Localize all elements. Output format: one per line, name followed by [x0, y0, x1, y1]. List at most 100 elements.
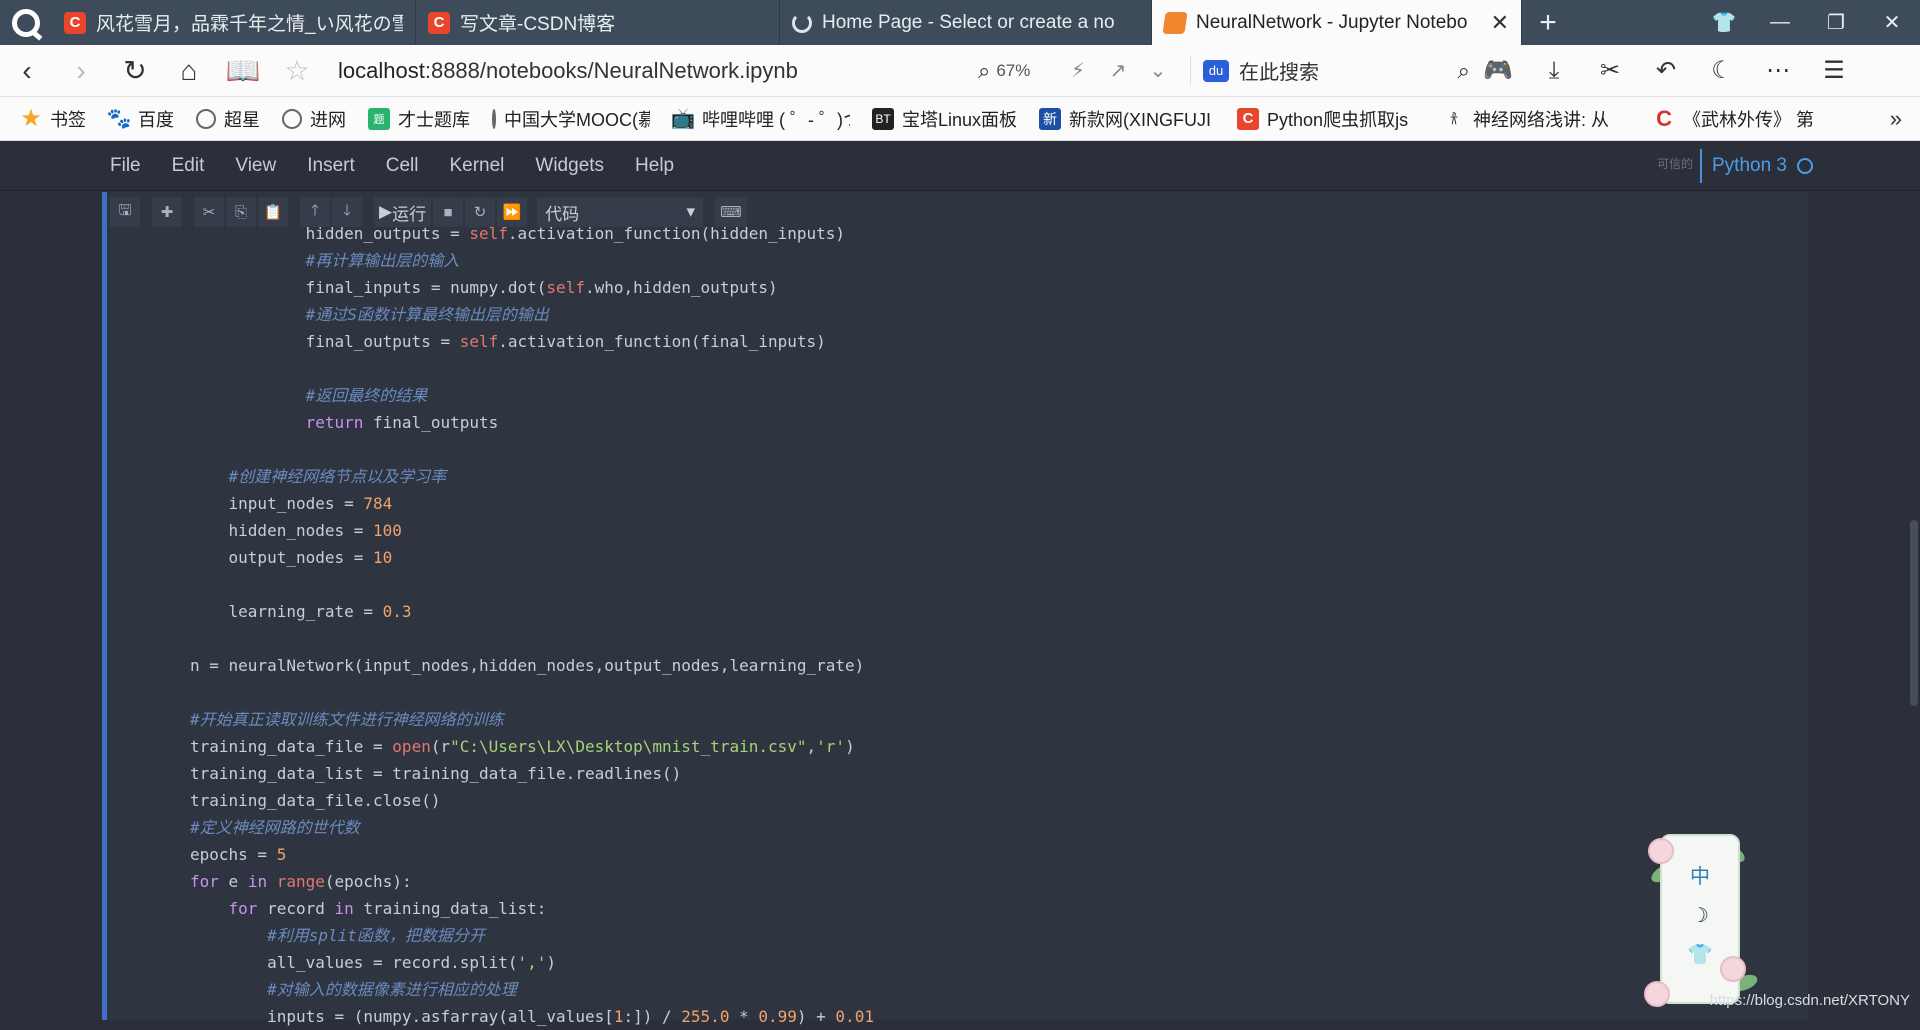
minimize-button[interactable]: —: [1752, 0, 1808, 45]
code-token: self: [546, 278, 585, 297]
bookmark-star-icon[interactable]: ☆: [270, 45, 324, 97]
cut-icon[interactable]: ✂: [194, 197, 224, 227]
reader-mode-button[interactable]: 📖: [216, 45, 270, 97]
new-tab-button[interactable]: +: [1522, 0, 1574, 45]
flash-icon[interactable]: ⚡: [1058, 58, 1098, 83]
bookmark-label: 中国大学MOOC(慕: [504, 109, 650, 130]
loading-icon: [792, 12, 812, 33]
bookmark-item[interactable]: C 《武林外传》 第: [1653, 106, 1815, 132]
menu-help[interactable]: Help: [635, 155, 674, 177]
code-token: #返回最终的结果: [305, 386, 428, 405]
decorative-widget[interactable]: 中 ☽ 👕: [1640, 826, 1760, 1016]
menu-insert[interactable]: Insert: [307, 155, 355, 177]
restart-run-all-icon[interactable]: ⏩: [497, 197, 528, 227]
code-token: return: [305, 413, 364, 432]
move-up-icon[interactable]: 🡑: [300, 197, 330, 227]
cell-type-value: 代码: [545, 204, 580, 224]
notebook-area: 🖫 ✚ ✂ ⎘ 📋 🡑 🡓 ▶ 运行 ■ ↻ ⏩ 代码 ▾ ⌨ hidden_ou…: [0, 192, 1920, 1026]
menu-edit[interactable]: Edit: [172, 155, 205, 177]
tab-1[interactable]: C 写文章-CSDN博客: [416, 0, 780, 45]
close-tab-icon[interactable]: ✕: [1491, 10, 1509, 36]
code-token: 0.99: [758, 1007, 797, 1026]
close-window-button[interactable]: ✕: [1864, 0, 1920, 45]
forward-button[interactable]: ›: [54, 45, 108, 97]
download-icon[interactable]: ⤓: [1526, 57, 1582, 85]
shirt-icon[interactable]: 👕: [1696, 0, 1752, 45]
stop-icon[interactable]: ■: [433, 197, 464, 227]
kernel-name: Python 3: [1712, 155, 1787, 176]
browser-logo-icon[interactable]: [0, 0, 52, 45]
copy-icon[interactable]: ⎘: [226, 197, 256, 227]
bookmarks-bar: ★ 书签 🐾 百度 超星 进网 题才士题库 中国大学MOOC(慕 📺 哔哩哔哩 ( ゜…: [0, 97, 1920, 141]
reload-button[interactable]: ↻: [108, 45, 162, 97]
more-icon[interactable]: ⋯: [1750, 56, 1806, 85]
bookmark-item[interactable]: 超星: [196, 106, 260, 132]
bookmark-item[interactable]: 🐾 百度: [107, 106, 174, 132]
shirt-icon: 👕: [1687, 944, 1713, 966]
game-icon[interactable]: 🎮: [1470, 56, 1526, 85]
bookmark-item[interactable]: C Python爬虫抓取js: [1237, 106, 1421, 132]
watermark: https://blog.csdn.net/XRTONY: [1709, 992, 1910, 1009]
menu-widgets[interactable]: Widgets: [535, 155, 604, 177]
search-box[interactable]: du 在此搜索 ⌕: [1190, 56, 1470, 85]
bookmark-item[interactable]: 中国大学MOOC(慕: [492, 106, 650, 132]
code-editor[interactable]: hidden_outputs = self.activation_functio…: [190, 220, 874, 1030]
save-icon[interactable]: 🖫: [110, 197, 140, 227]
code-token: all_values = record.split(: [267, 953, 518, 972]
night-mode-icon[interactable]: ☾: [1694, 56, 1750, 85]
bookmark-label: 才士题库: [398, 109, 470, 130]
code-token: ',': [517, 953, 547, 972]
code-token: "C:\Users\LX\Desktop\mnist_train.csv": [450, 737, 807, 756]
jupyter-menubar: File Edit View Insert Cell Kernel Widget…: [0, 141, 1920, 191]
bookmark-item[interactable]: 新新款网(XINGFUJI: [1039, 106, 1215, 132]
bookmark-item[interactable]: 题才士题库: [368, 106, 470, 132]
menu-kernel[interactable]: Kernel: [449, 155, 504, 177]
search-icon[interactable]: ⌕: [1458, 58, 1470, 84]
scissors-icon[interactable]: ✂: [1582, 56, 1638, 85]
baidu-icon[interactable]: du: [1203, 59, 1229, 82]
menu-view[interactable]: View: [235, 155, 276, 177]
run-button[interactable]: ▶ 运行: [374, 197, 432, 227]
bookmark-item[interactable]: 进网: [282, 106, 346, 132]
search-input[interactable]: 在此搜索: [1239, 56, 1458, 85]
undo-icon[interactable]: ↶: [1638, 56, 1694, 85]
code-token: ,: [806, 737, 817, 756]
url-field[interactable]: localhost:8888/notebooks/NeuralNetwork.i…: [338, 58, 978, 84]
restore-button[interactable]: ❐: [1808, 0, 1864, 45]
paste-icon[interactable]: 📋: [258, 197, 288, 227]
add-cell-icon[interactable]: ✚: [152, 197, 182, 227]
move-down-icon[interactable]: 🡓: [332, 197, 362, 227]
chevron-down-icon[interactable]: ⌄: [1138, 58, 1178, 83]
tab-title: 写文章-CSDN博客: [460, 14, 616, 35]
scrollbar-thumb[interactable]: [1910, 520, 1918, 706]
bookmark-item[interactable]: 𐀪 神经网络浅讲: 从: [1443, 106, 1631, 132]
cell-type-select[interactable]: 代码 ▾: [537, 197, 704, 227]
menu-icon[interactable]: ☰: [1806, 56, 1862, 85]
zoom-indicator[interactable]: ⌕ 67%: [978, 58, 1058, 84]
kernel-idle-icon: [1797, 158, 1813, 174]
tab-0[interactable]: C 风花雪月，品霖千年之情_い风花の雪: [52, 0, 416, 45]
vertical-scrollbar[interactable]: [1908, 192, 1920, 1020]
menu-file[interactable]: File: [110, 155, 141, 177]
bookmark-item[interactable]: 📺 哔哩哔哩 ( ゜- ゜)つ: [672, 106, 850, 132]
keyboard-icon[interactable]: ⌨: [715, 197, 747, 227]
trusted-indicator[interactable]: 可信的: [1657, 155, 1693, 172]
chevron-double-right-icon[interactable]: »: [1890, 106, 1902, 132]
bookmark-label: 神经网络浅讲: 从: [1473, 109, 1610, 130]
kernel-indicator[interactable]: Python 3: [1700, 149, 1813, 183]
home-button[interactable]: ⌂: [162, 45, 216, 97]
restart-icon[interactable]: ↻: [465, 197, 496, 227]
tab-3[interactable]: NeuralNetwork - Jupyter Notebo ✕: [1152, 0, 1522, 45]
code-token: e: [218, 872, 248, 891]
code-line: #通过S函数计算最终输出层的输出: [190, 301, 874, 328]
tab-2[interactable]: Home Page - Select or create a no: [780, 0, 1152, 45]
bookmark-item[interactable]: ★ 书签: [20, 105, 86, 132]
bookmark-item[interactable]: BT 宝塔Linux面板: [872, 106, 1017, 132]
back-button[interactable]: ‹: [0, 45, 54, 97]
code-line: n = neuralNetwork(input_nodes,hidden_nod…: [190, 652, 874, 679]
menu-cell[interactable]: Cell: [386, 155, 419, 177]
share-icon[interactable]: ↗: [1098, 58, 1138, 83]
